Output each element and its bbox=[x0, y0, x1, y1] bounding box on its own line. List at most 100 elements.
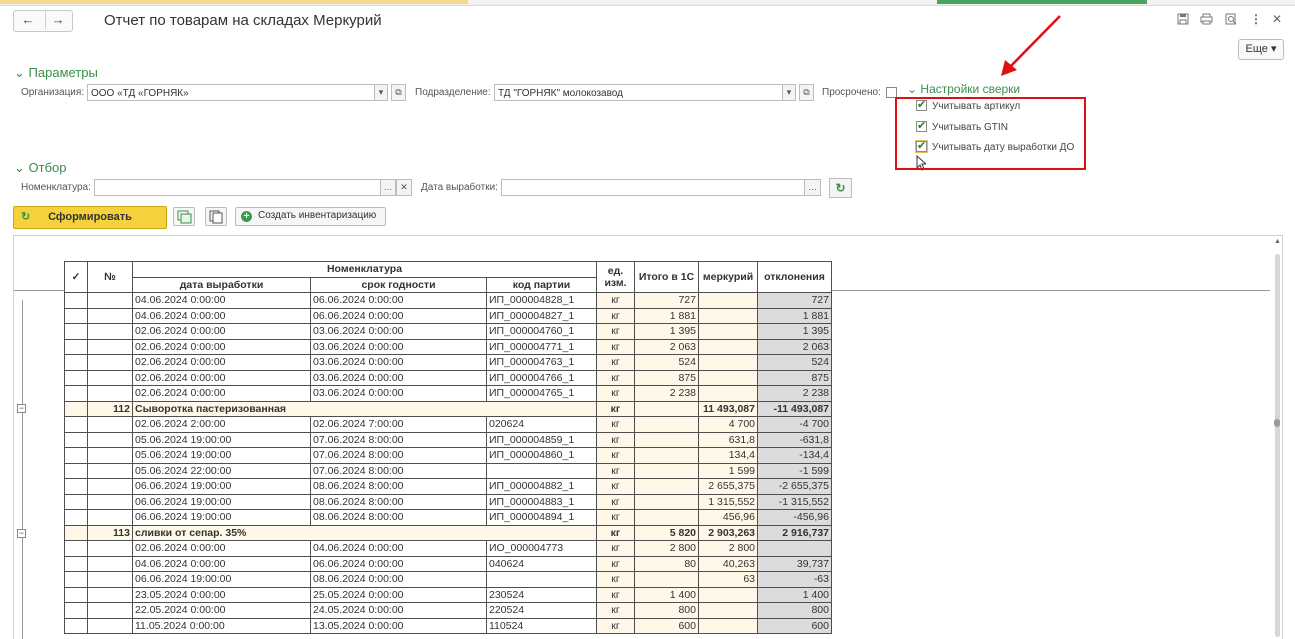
check-cell bbox=[64, 509, 88, 526]
mercury-cell: 1 315,552 bbox=[698, 493, 758, 510]
recon-section-header[interactable]: ⌄ Настройки сверки bbox=[907, 82, 1020, 96]
dept-field[interactable]: ТД "ГОРНЯК" молокозавод bbox=[494, 84, 783, 101]
expiry-cell: 08.06.2024 8:00:00 bbox=[310, 509, 487, 526]
table-row[interactable]: 02.06.2024 2:00:00 02.06.2024 7:00:00 0206… bbox=[64, 416, 832, 433]
mercury-cell: 2 655,375 bbox=[698, 478, 758, 495]
unit-cell: кг bbox=[596, 307, 635, 324]
batch-cell: ИП_000004763_1 bbox=[486, 354, 597, 371]
back-button[interactable]: ← bbox=[16, 12, 40, 27]
params-section-header[interactable]: ⌄ Параметры bbox=[14, 65, 98, 81]
total-1c-cell: 524 bbox=[634, 354, 699, 371]
more-label: Еще bbox=[1245, 43, 1268, 55]
table-row[interactable]: 22.05.2024 0:00:00 24.05.2024 0:00:00 2205… bbox=[64, 602, 832, 619]
total-1c-cell: 80 bbox=[634, 555, 699, 572]
number-cell bbox=[87, 338, 133, 355]
more-button[interactable]: Еще ▾ bbox=[1238, 39, 1284, 60]
table-row[interactable]: 04.06.2024 0:00:00 06.06.2024 0:00:00 ИП_0… bbox=[64, 292, 832, 309]
total-1c-cell: 875 bbox=[634, 369, 699, 386]
forward-button[interactable]: → bbox=[45, 11, 70, 29]
total-1c-cell bbox=[634, 478, 699, 495]
table-row[interactable]: 06.06.2024 19:00:00 08.06.2024 8:00:00 ИП_… bbox=[64, 493, 832, 510]
table-row[interactable]: 02.06.2024 0:00:00 03.06.2024 0:00:00 ИП_0… bbox=[64, 354, 832, 371]
table-row[interactable]: 05.06.2024 19:00:00 07.06.2024 8:00:00 ИП_… bbox=[64, 447, 832, 464]
table-row[interactable]: 02.06.2024 0:00:00 03.06.2024 0:00:00 ИП_0… bbox=[64, 369, 832, 386]
table-row[interactable]: 05.06.2024 19:00:00 07.06.2024 8:00:00 ИП_… bbox=[64, 431, 832, 448]
unit-cell: кг bbox=[596, 586, 635, 603]
table-row[interactable]: 02.06.2024 0:00:00 03.06.2024 0:00:00 ИП_0… bbox=[64, 338, 832, 355]
deviation-cell: 2 916,737 bbox=[757, 524, 832, 541]
chevron-down-icon: ⌄ bbox=[14, 65, 25, 80]
table-row[interactable]: 02.06.2024 0:00:00 04.06.2024 0:00:00 ИО_0… bbox=[64, 540, 832, 557]
org-field[interactable]: ООО «ТД «ГОРНЯК» bbox=[87, 84, 375, 101]
collapse-group-icon[interactable]: − bbox=[17, 404, 26, 413]
nom-clear-icon[interactable]: ✕ bbox=[396, 179, 412, 196]
scroll-up-icon[interactable]: ▲ bbox=[1274, 238, 1281, 245]
preview-icon[interactable] bbox=[1225, 13, 1237, 25]
org-dropdown-button[interactable]: ▾ bbox=[374, 84, 388, 101]
batch-cell bbox=[486, 571, 597, 588]
close-icon[interactable]: ✕ bbox=[1272, 12, 1282, 26]
table-row[interactable]: 11.05.2024 0:00:00 13.05.2024 0:00:00 1105… bbox=[64, 617, 832, 634]
table-row[interactable]: 06.06.2024 19:00:00 08.06.2024 8:00:00 ИП_… bbox=[64, 478, 832, 495]
batch-cell: ИО_000004773 bbox=[486, 540, 597, 557]
table-row[interactable]: 06.06.2024 19:00:00 08.06.2024 8:00:00 ИП_… bbox=[64, 509, 832, 526]
filter-section-header[interactable]: ⌄ Отбор bbox=[14, 160, 67, 176]
dept-dropdown-button[interactable]: ▾ bbox=[782, 84, 796, 101]
table-row[interactable]: 04.06.2024 0:00:00 06.06.2024 0:00:00 ИП_0… bbox=[64, 307, 832, 324]
prod-date-cell: 02.06.2024 0:00:00 bbox=[132, 540, 311, 557]
scrollbar-thumb[interactable] bbox=[1275, 254, 1280, 637]
deviation-cell: -1 315,552 bbox=[757, 493, 832, 510]
table-row[interactable]: 02.06.2024 0:00:00 03.06.2024 0:00:00 ИП_0… bbox=[64, 385, 832, 402]
group-row[interactable]: 113 сливки от сепар. 35% кг 5 820 2 903,263 2… bbox=[64, 524, 832, 541]
date-field[interactable] bbox=[501, 179, 805, 196]
dept-open-icon[interactable]: ⧉ bbox=[799, 84, 814, 101]
more-actions-icon[interactable]: ⋮ bbox=[1250, 12, 1262, 26]
prod-date-cell: 05.06.2024 19:00:00 bbox=[132, 447, 311, 464]
generate-button[interactable]: ↻ Сформировать bbox=[13, 206, 167, 229]
batch-cell: ИП_000004883_1 bbox=[486, 493, 597, 510]
table-row[interactable]: 04.06.2024 0:00:00 06.06.2024 0:00:00 0406… bbox=[64, 555, 832, 572]
number-cell bbox=[87, 555, 133, 572]
mercury-cell bbox=[698, 385, 758, 402]
expiry-cell: 06.06.2024 0:00:00 bbox=[310, 555, 487, 572]
total-1c-cell bbox=[634, 493, 699, 510]
check-cell bbox=[64, 617, 88, 634]
generate-label: Сформировать bbox=[48, 211, 132, 223]
date-select-button[interactable]: … bbox=[804, 179, 821, 196]
create-inventory-button[interactable]: + Создать инвентаризацию bbox=[235, 207, 386, 226]
params-section-title: Параметры bbox=[28, 65, 98, 80]
nom-select-button[interactable]: … bbox=[380, 179, 396, 196]
deviation-cell: -456,96 bbox=[757, 509, 832, 526]
expiry-cell: 25.05.2024 0:00:00 bbox=[310, 586, 487, 603]
expiry-cell: 06.06.2024 0:00:00 bbox=[310, 292, 487, 309]
number-cell bbox=[87, 586, 133, 603]
table-row[interactable]: 02.06.2024 0:00:00 03.06.2024 0:00:00 ИП_0… bbox=[64, 323, 832, 340]
number-cell bbox=[87, 462, 133, 479]
vertical-scrollbar[interactable]: ▲ bbox=[1272, 236, 1282, 639]
save-icon[interactable] bbox=[1177, 13, 1189, 25]
prod-date-cell: 06.06.2024 19:00:00 bbox=[132, 509, 311, 526]
check-cell bbox=[64, 571, 88, 588]
print-icon[interactable] bbox=[1200, 13, 1213, 25]
org-open-icon[interactable]: ⧉ bbox=[391, 84, 406, 101]
total-1c-cell: 2 800 bbox=[634, 540, 699, 557]
tab-active-indicator bbox=[0, 0, 468, 4]
table-row[interactable]: 06.06.2024 19:00:00 08.06.2024 0:00:00 кг 6… bbox=[64, 571, 832, 588]
total-1c-column-header: Итого в 1С bbox=[634, 261, 699, 293]
table-row[interactable]: 23.05.2024 0:00:00 25.05.2024 0:00:00 2305… bbox=[64, 586, 832, 603]
number-cell bbox=[87, 571, 133, 588]
org-label: Организация: bbox=[21, 87, 85, 98]
mercury-cell: 4 700 bbox=[698, 416, 758, 433]
collapse-group-icon[interactable]: − bbox=[17, 529, 26, 538]
nomenclature-column-header: Номенклатура bbox=[132, 261, 597, 278]
copy-button[interactable] bbox=[205, 207, 227, 226]
group-row[interactable]: 112 Сыворотка пастеризованная кг 11 493,087… bbox=[64, 400, 832, 417]
copy-green-button[interactable] bbox=[173, 207, 195, 226]
nom-field[interactable] bbox=[94, 179, 381, 196]
mercury-cell: 456,96 bbox=[698, 509, 758, 526]
unit-cell: кг bbox=[596, 509, 635, 526]
table-row[interactable]: 05.06.2024 22:00:00 07.06.2024 8:00:00 кг 1… bbox=[64, 462, 832, 479]
refresh-icon[interactable]: ↻ bbox=[829, 178, 852, 198]
check-cell bbox=[64, 586, 88, 603]
prod-date-cell: 11.05.2024 0:00:00 bbox=[132, 617, 311, 634]
